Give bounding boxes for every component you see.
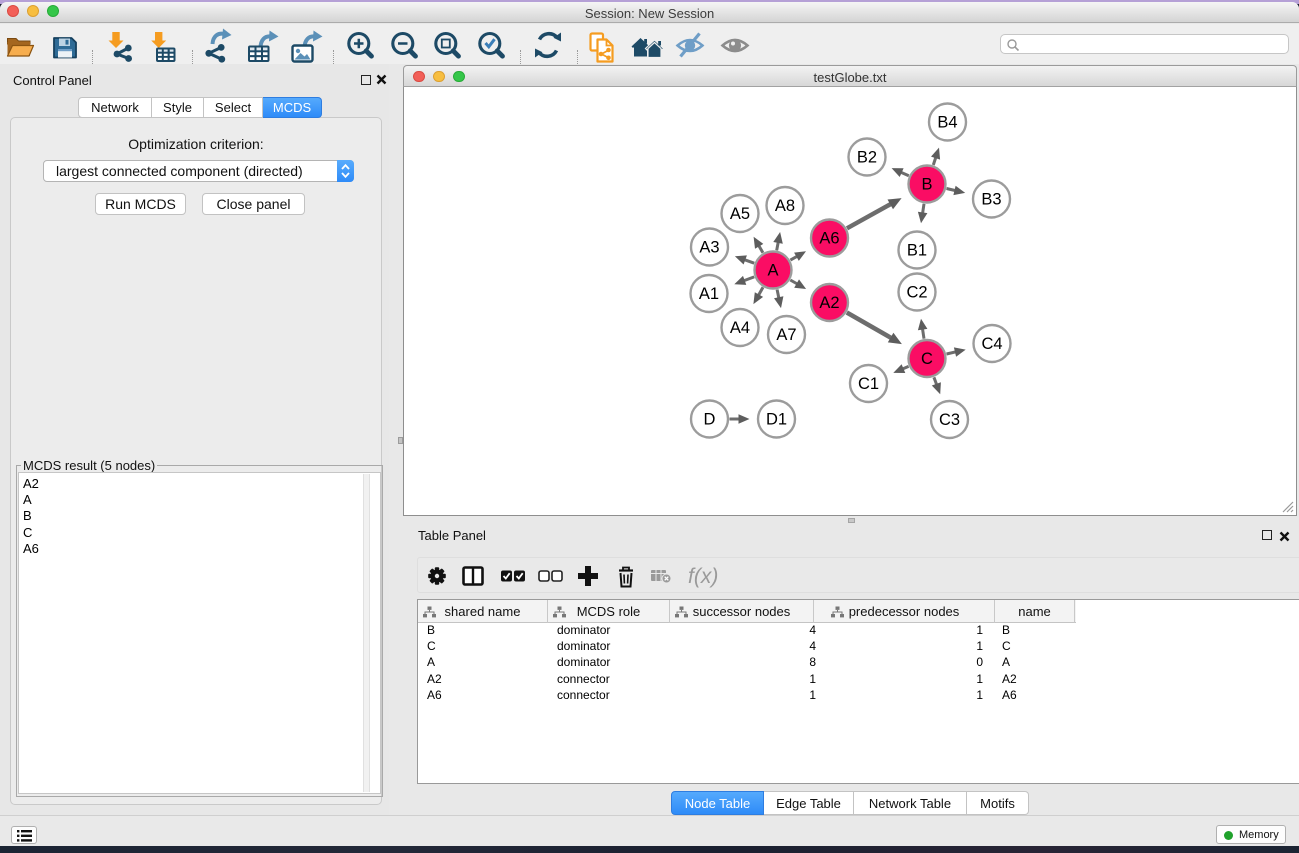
svg-text:D1: D1 — [766, 411, 787, 429]
svg-text:B1: B1 — [907, 242, 927, 260]
svg-text:C1: C1 — [858, 375, 879, 393]
svg-text:B4: B4 — [937, 114, 957, 132]
svg-text:D: D — [704, 411, 716, 429]
svg-text:A7: A7 — [776, 326, 796, 344]
svg-text:A1: A1 — [699, 285, 719, 303]
svg-text:A2: A2 — [819, 294, 839, 312]
svg-text:C3: C3 — [939, 411, 960, 429]
svg-text:C: C — [921, 350, 933, 368]
svg-text:f(x): f(x) — [688, 565, 718, 588]
svg-text:A8: A8 — [775, 197, 795, 215]
svg-text:B2: B2 — [857, 149, 877, 167]
svg-text:A3: A3 — [699, 239, 719, 257]
svg-text:C4: C4 — [981, 335, 1002, 353]
svg-text:A5: A5 — [730, 205, 750, 223]
svg-text:C2: C2 — [906, 284, 927, 302]
svg-text:B3: B3 — [981, 191, 1001, 209]
svg-text:A: A — [767, 262, 778, 280]
svg-text:B: B — [921, 176, 932, 194]
svg-text:A6: A6 — [819, 230, 839, 248]
svg-text:A4: A4 — [730, 319, 750, 337]
